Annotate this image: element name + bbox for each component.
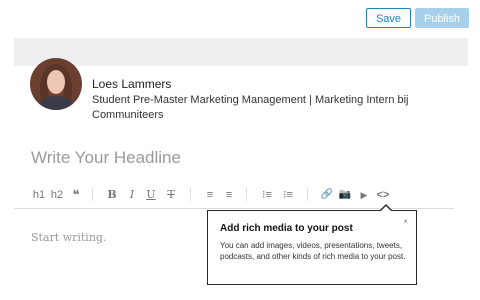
headline-input[interactable]: Write Your Headline xyxy=(31,148,181,168)
avatar xyxy=(30,58,82,110)
embed-code-icon[interactable]: <> xyxy=(375,186,391,204)
author-name: Loes Lammers xyxy=(92,77,172,91)
link-icon[interactable]: 🔗 xyxy=(320,186,334,204)
toolbar-divider xyxy=(190,188,191,201)
align-center-button[interactable]: ≡ xyxy=(223,186,235,204)
strikethrough-button[interactable]: T xyxy=(165,186,177,204)
close-icon[interactable]: × xyxy=(403,217,408,226)
article-body-input[interactable]: Start writing. xyxy=(31,231,106,244)
formatting-toolbar: h1 h2 ❝ B I U T ≡ ≡ ⁝≡ ⁝≡ 🔗 📷 ▶ <> xyxy=(32,186,460,204)
italic-button[interactable]: I xyxy=(126,186,138,204)
bold-button[interactable]: B xyxy=(106,186,118,204)
toolbar-divider xyxy=(246,188,247,201)
avatar-shirt xyxy=(38,96,74,110)
publish-button[interactable]: Publish xyxy=(415,8,469,28)
save-button[interactable]: Save xyxy=(366,8,411,28)
rich-media-tooltip: × Add rich media to your post You can ad… xyxy=(207,210,417,285)
author-headline: Student Pre-Master Marketing Management … xyxy=(92,94,409,121)
avatar-face xyxy=(47,70,65,94)
h2-button[interactable]: h2 xyxy=(50,186,64,204)
quote-button[interactable]: ❝ xyxy=(69,186,83,204)
tooltip-body: You can add images, videos, presentation… xyxy=(220,241,406,261)
camera-icon[interactable]: 📷 xyxy=(338,186,352,204)
underline-button[interactable]: U xyxy=(145,186,157,204)
top-bar: Save Publish xyxy=(0,0,480,38)
tooltip-title: Add rich media to your post xyxy=(220,223,353,234)
toolbar-divider xyxy=(92,188,93,201)
tooltip-arrow-inner xyxy=(380,206,392,212)
align-left-button[interactable]: ≡ xyxy=(204,186,216,204)
numbered-list-button[interactable]: ⁝≡ xyxy=(281,186,295,204)
h1-button[interactable]: h1 xyxy=(32,186,46,204)
toolbar-divider xyxy=(307,188,308,201)
play-icon[interactable]: ▶ xyxy=(357,186,371,204)
bulleted-list-button[interactable]: ⁝≡ xyxy=(260,186,274,204)
cover-image-band[interactable] xyxy=(14,38,468,66)
